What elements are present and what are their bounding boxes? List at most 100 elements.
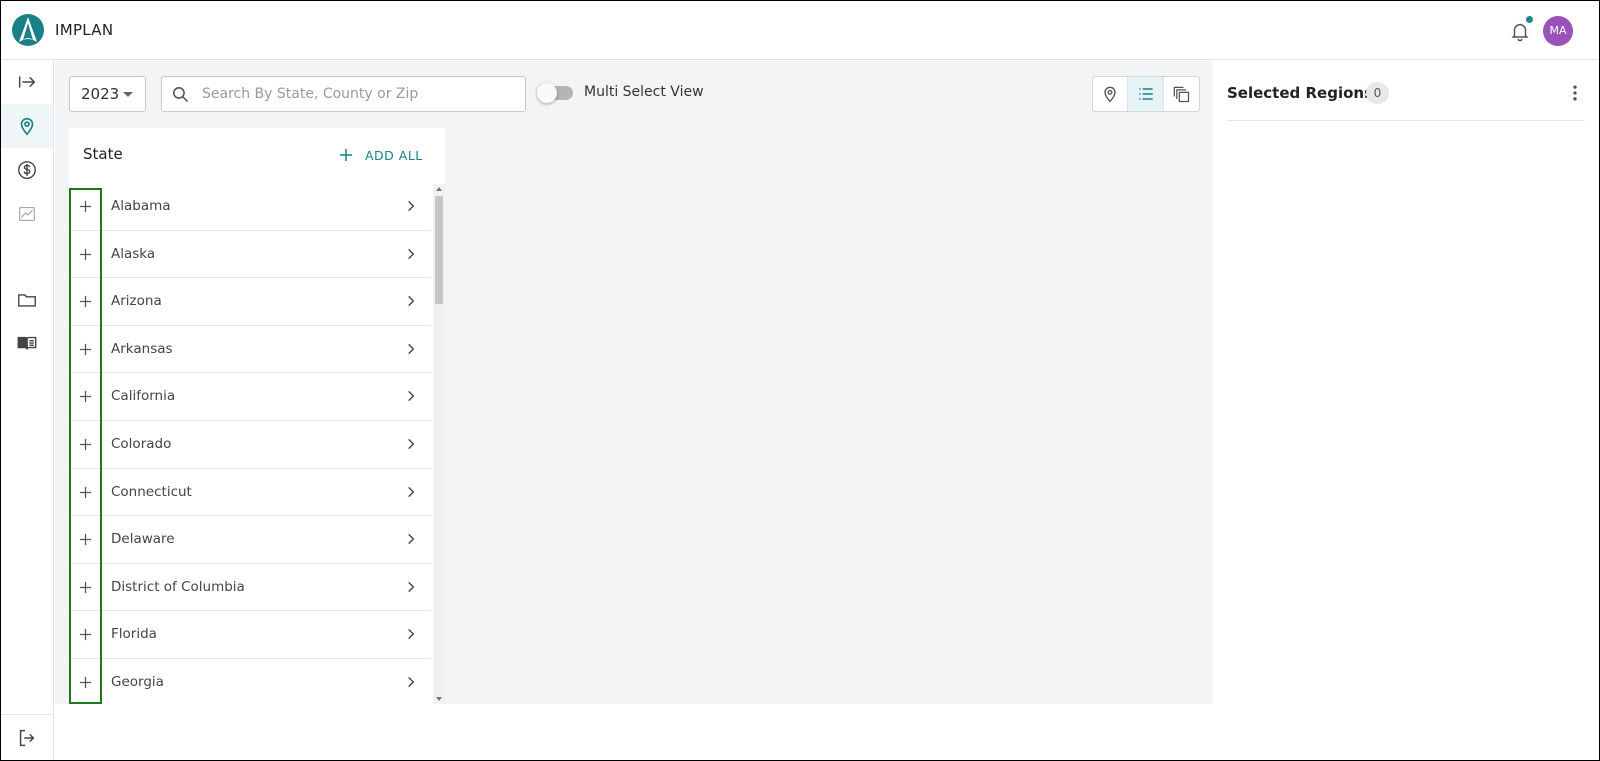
add-state-button[interactable]: [69, 326, 101, 373]
more-options-icon[interactable]: [1565, 83, 1585, 103]
state-list: Alabama Alaska Arizona Arkansas California Co…: [69, 183, 431, 704]
logout-icon: [19, 729, 35, 747]
chevron-right-icon[interactable]: [404, 627, 418, 641]
scroll-thumb[interactable]: [435, 196, 443, 304]
state-name: District of Columbia: [111, 578, 245, 595]
plus-icon: [79, 581, 91, 593]
state-row[interactable]: Georgia: [69, 659, 431, 704]
scroll-up-arrow-icon[interactable]: [436, 187, 442, 191]
sidebar-divider: [1, 714, 53, 715]
sidebar-item-results[interactable]: [1, 192, 53, 236]
dollar-circle-icon: [18, 161, 36, 179]
state-row[interactable]: Arkansas: [69, 326, 431, 374]
app-title: IMPLAN: [55, 21, 114, 39]
state-panel: State ADD ALL Alabama Alaska Arizona Arkans…: [69, 128, 445, 704]
plus-icon: [79, 438, 91, 451]
add-state-button[interactable]: [69, 659, 101, 704]
folder-icon: [18, 294, 36, 307]
state-row[interactable]: Delaware: [69, 516, 431, 564]
selected-regions-divider: [1227, 120, 1585, 121]
sidebar-item-guide[interactable]: [1, 321, 53, 365]
multi-select-toggle[interactable]: [537, 83, 573, 103]
state-name: Alabama: [111, 198, 171, 214]
add-state-button[interactable]: [69, 231, 101, 278]
chevron-right-icon[interactable]: [404, 342, 418, 356]
state-panel-header: State ADD ALL: [69, 128, 445, 183]
map-pin-icon: [1104, 86, 1116, 103]
implan-logo-icon[interactable]: [12, 14, 44, 46]
state-name: Colorado: [111, 435, 172, 452]
selected-regions-count-badge: 0: [1366, 82, 1389, 104]
toggle-knob: [537, 83, 557, 103]
state-name: Arizona: [111, 293, 162, 310]
add-state-button[interactable]: [69, 183, 101, 230]
add-state-button[interactable]: [69, 516, 101, 563]
chevron-right-icon[interactable]: [404, 675, 418, 689]
list-icon: [1138, 88, 1153, 100]
sidebar-item-projects[interactable]: [1, 278, 53, 322]
year-select[interactable]: 2023: [69, 76, 146, 112]
plus-icon: [79, 391, 91, 403]
add-state-button[interactable]: [69, 469, 101, 516]
add-state-button[interactable]: [69, 421, 101, 468]
combined-view-button[interactable]: [1164, 77, 1199, 111]
search-input[interactable]: [202, 79, 517, 109]
state-row[interactable]: California: [69, 373, 431, 421]
plus-icon: [79, 676, 91, 689]
add-state-button[interactable]: [69, 611, 101, 658]
chevron-right-icon[interactable]: [404, 532, 418, 546]
plus-icon: [79, 248, 91, 260]
chevron-right-icon[interactable]: [404, 485, 418, 499]
state-name: Connecticut: [111, 483, 192, 500]
plus-icon: [79, 486, 91, 498]
search-icon: [172, 86, 189, 103]
chevron-right-icon[interactable]: [404, 437, 418, 451]
state-row[interactable]: Connecticut: [69, 469, 431, 517]
state-row[interactable]: Colorado: [69, 421, 431, 469]
scroll-down-arrow-icon[interactable]: [436, 697, 442, 701]
plus-icon: [79, 296, 91, 308]
chevron-right-icon[interactable]: [404, 294, 418, 308]
state-row[interactable]: Alaska: [69, 231, 431, 279]
selected-regions-panel: Selected Regions 0: [1213, 61, 1599, 760]
sidebar-item-regions[interactable]: [1, 104, 53, 148]
add-state-button[interactable]: [69, 373, 101, 420]
map-view-button[interactable]: [1093, 77, 1129, 111]
selected-regions-title: Selected Regions: [1227, 84, 1374, 102]
plus-icon: [79, 200, 91, 213]
plus-icon: [79, 534, 91, 546]
book-icon: [17, 336, 37, 350]
state-name: Georgia: [111, 673, 164, 690]
plus-icon: [79, 629, 91, 641]
layers-copy-icon: [1174, 86, 1190, 103]
chevron-right-icon[interactable]: [404, 389, 418, 403]
sidebar-item-logout[interactable]: [1, 716, 53, 760]
search-box: [161, 76, 526, 112]
avatar[interactable]: MA: [1543, 16, 1573, 46]
map-pin-icon: [20, 117, 34, 136]
state-list-scrollbar[interactable]: [433, 184, 445, 704]
state-name: California: [111, 388, 176, 405]
add-state-button[interactable]: [69, 564, 101, 611]
state-row[interactable]: Arizona: [69, 278, 431, 326]
view-toggle-group: [1092, 76, 1200, 112]
plus-icon: [79, 343, 91, 355]
chevron-right-icon[interactable]: [404, 247, 418, 261]
add-state-button[interactable]: [69, 278, 101, 325]
chevron-right-icon[interactable]: [404, 580, 418, 594]
add-all-label: ADD ALL: [365, 147, 423, 163]
bell-icon[interactable]: [1509, 20, 1531, 42]
state-name: Delaware: [111, 531, 175, 548]
chevron-right-icon[interactable]: [404, 199, 418, 213]
state-panel-title: State: [83, 145, 123, 163]
state-row[interactable]: District of Columbia: [69, 564, 431, 612]
sidebar-item-expand[interactable]: [1, 60, 53, 104]
add-all-button[interactable]: ADD ALL: [337, 142, 423, 168]
arrow-right-to-bar-icon: [18, 76, 36, 88]
line-chart-icon: [19, 206, 35, 222]
state-row[interactable]: Florida: [69, 611, 431, 659]
state-row[interactable]: Alabama: [69, 183, 431, 231]
list-view-button[interactable]: [1128, 77, 1164, 111]
state-name: Florida: [111, 626, 157, 643]
sidebar-item-economics[interactable]: [1, 148, 53, 192]
